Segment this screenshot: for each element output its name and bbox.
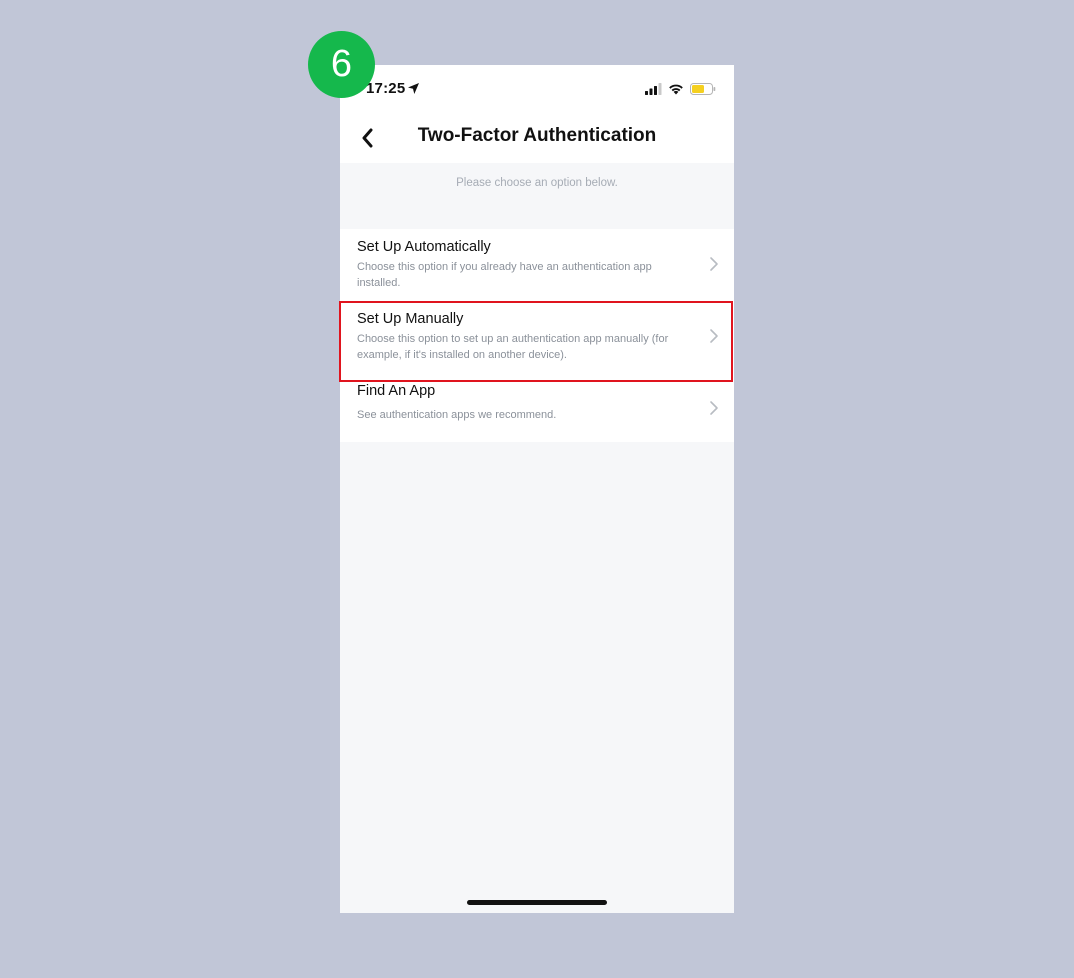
status-icons: [645, 81, 716, 97]
chevron-left-icon: [362, 128, 373, 148]
chevron-right-icon: [710, 401, 718, 415]
option-set-up-manually[interactable]: Set Up Manually Choose this option to se…: [340, 301, 734, 372]
chevron-right-icon: [710, 257, 718, 271]
option-description: Choose this option to set up an authenti…: [357, 333, 669, 361]
cellular-signal-icon: [645, 83, 662, 95]
hint-section: Please choose an option below.: [340, 163, 734, 229]
status-bar: 17:25: [340, 65, 734, 113]
step-badge: 6: [308, 31, 375, 98]
option-set-up-automatically[interactable]: Set Up Automatically Choose this option …: [340, 229, 734, 300]
battery-icon: [690, 83, 716, 95]
status-time: 17:25: [366, 80, 406, 97]
chevron-right-icon: [710, 329, 718, 343]
option-find-an-app[interactable]: Find An App See authentication apps we r…: [340, 373, 734, 444]
option-description: Choose this option if you already have a…: [357, 261, 652, 289]
option-description: See authentication apps we recommend.: [357, 409, 557, 421]
home-indicator[interactable]: [467, 900, 607, 905]
option-title: Set Up Automatically: [357, 239, 491, 255]
hint-text: Please choose an option below.: [456, 177, 618, 189]
option-title: Find An App: [357, 383, 436, 399]
phone-screen: 17:25 Two-Factor Authentication Please c…: [340, 65, 734, 913]
options-list: Set Up Automatically Choose this option …: [340, 229, 734, 442]
navigation-bar: Two-Factor Authentication: [340, 113, 734, 163]
wifi-icon: [669, 84, 683, 95]
option-title: Set Up Manually: [357, 311, 464, 327]
location-arrow-icon: [408, 83, 419, 94]
page-title: Two-Factor Authentication: [417, 125, 657, 146]
back-button[interactable]: [352, 123, 382, 153]
